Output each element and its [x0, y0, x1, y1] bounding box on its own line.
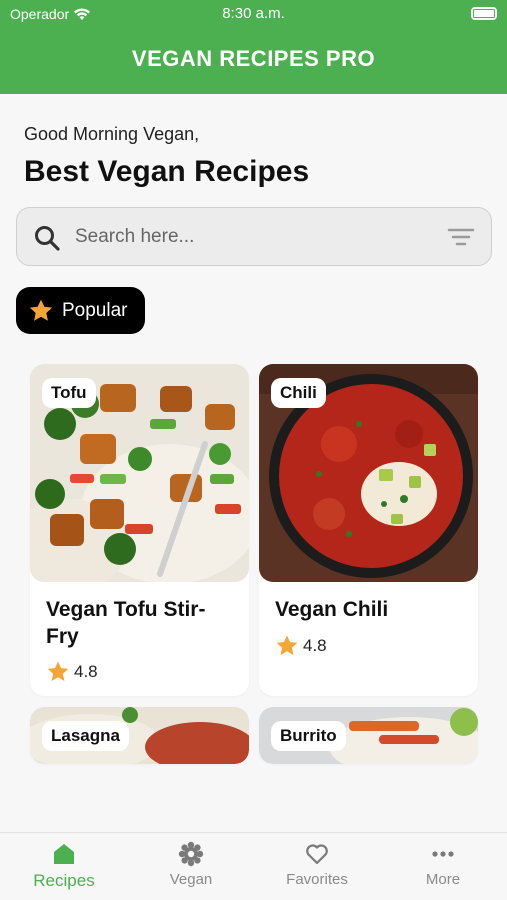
gear-flower-icon	[178, 841, 204, 867]
recipe-tag: Burrito	[271, 721, 346, 751]
search-input[interactable]	[75, 218, 435, 256]
popular-chip[interactable]: Popular	[16, 287, 145, 334]
nav-item-favorites[interactable]: Favorites	[257, 841, 377, 888]
page-title: Best Vegan Recipes	[24, 155, 310, 188]
recipe-tag: Lasagna	[42, 721, 129, 751]
recipe-name: Vegan Chili	[275, 598, 389, 621]
more-icon	[432, 851, 454, 857]
app-header: Operador 8:30 a.m. VEGAN RECIPES PRO	[0, 0, 507, 94]
recipe-rating: 4.8	[275, 634, 327, 658]
rating-value: 4.8	[303, 636, 327, 655]
nav-label: Recipes	[33, 871, 95, 890]
battery-icon	[471, 7, 497, 20]
status-bar: Operador 8:30 a.m.	[0, 0, 507, 28]
recipe-tag: Tofu	[42, 378, 96, 408]
nav-label: Vegan	[169, 871, 213, 888]
search-icon[interactable]	[33, 224, 61, 252]
recipe-card[interactable]: Burrito	[259, 707, 478, 764]
star-icon	[29, 299, 53, 321]
heart-icon	[306, 844, 328, 865]
recipe-card[interactable]: Tofu Vegan Tofu Stir-Fry 4.8	[30, 364, 249, 696]
nav-item-vegan[interactable]: Vegan	[131, 841, 251, 888]
nav-label: More	[425, 871, 461, 888]
nav-item-recipes[interactable]: Recipes	[4, 841, 124, 891]
greeting-text: Good Morning Vegan,	[24, 124, 200, 144]
app-title: VEGAN RECIPES PRO	[131, 46, 376, 71]
search-bar[interactable]	[16, 207, 492, 266]
recipe-tag: Chili	[271, 378, 326, 408]
bottom-nav: Recipes Vegan Favorites More	[0, 832, 507, 900]
recipe-name: Vegan Tofu Stir-Fry	[46, 598, 206, 648]
chip-label: Popular	[62, 299, 128, 321]
filter-icon[interactable]	[447, 226, 475, 248]
recipe-rating: 4.8	[46, 660, 98, 684]
status-time: 8:30 a.m.	[222, 5, 285, 22]
star-icon	[47, 661, 69, 681]
nav-item-more[interactable]: More	[383, 841, 503, 888]
nav-label: Favorites	[286, 871, 348, 888]
recipe-card[interactable]: Chili Vegan Chili 4.8	[259, 364, 478, 696]
home-icon	[54, 844, 74, 864]
star-icon	[276, 635, 298, 655]
rating-value: 4.8	[74, 662, 98, 681]
recipe-card[interactable]: Lasagna	[30, 707, 249, 764]
